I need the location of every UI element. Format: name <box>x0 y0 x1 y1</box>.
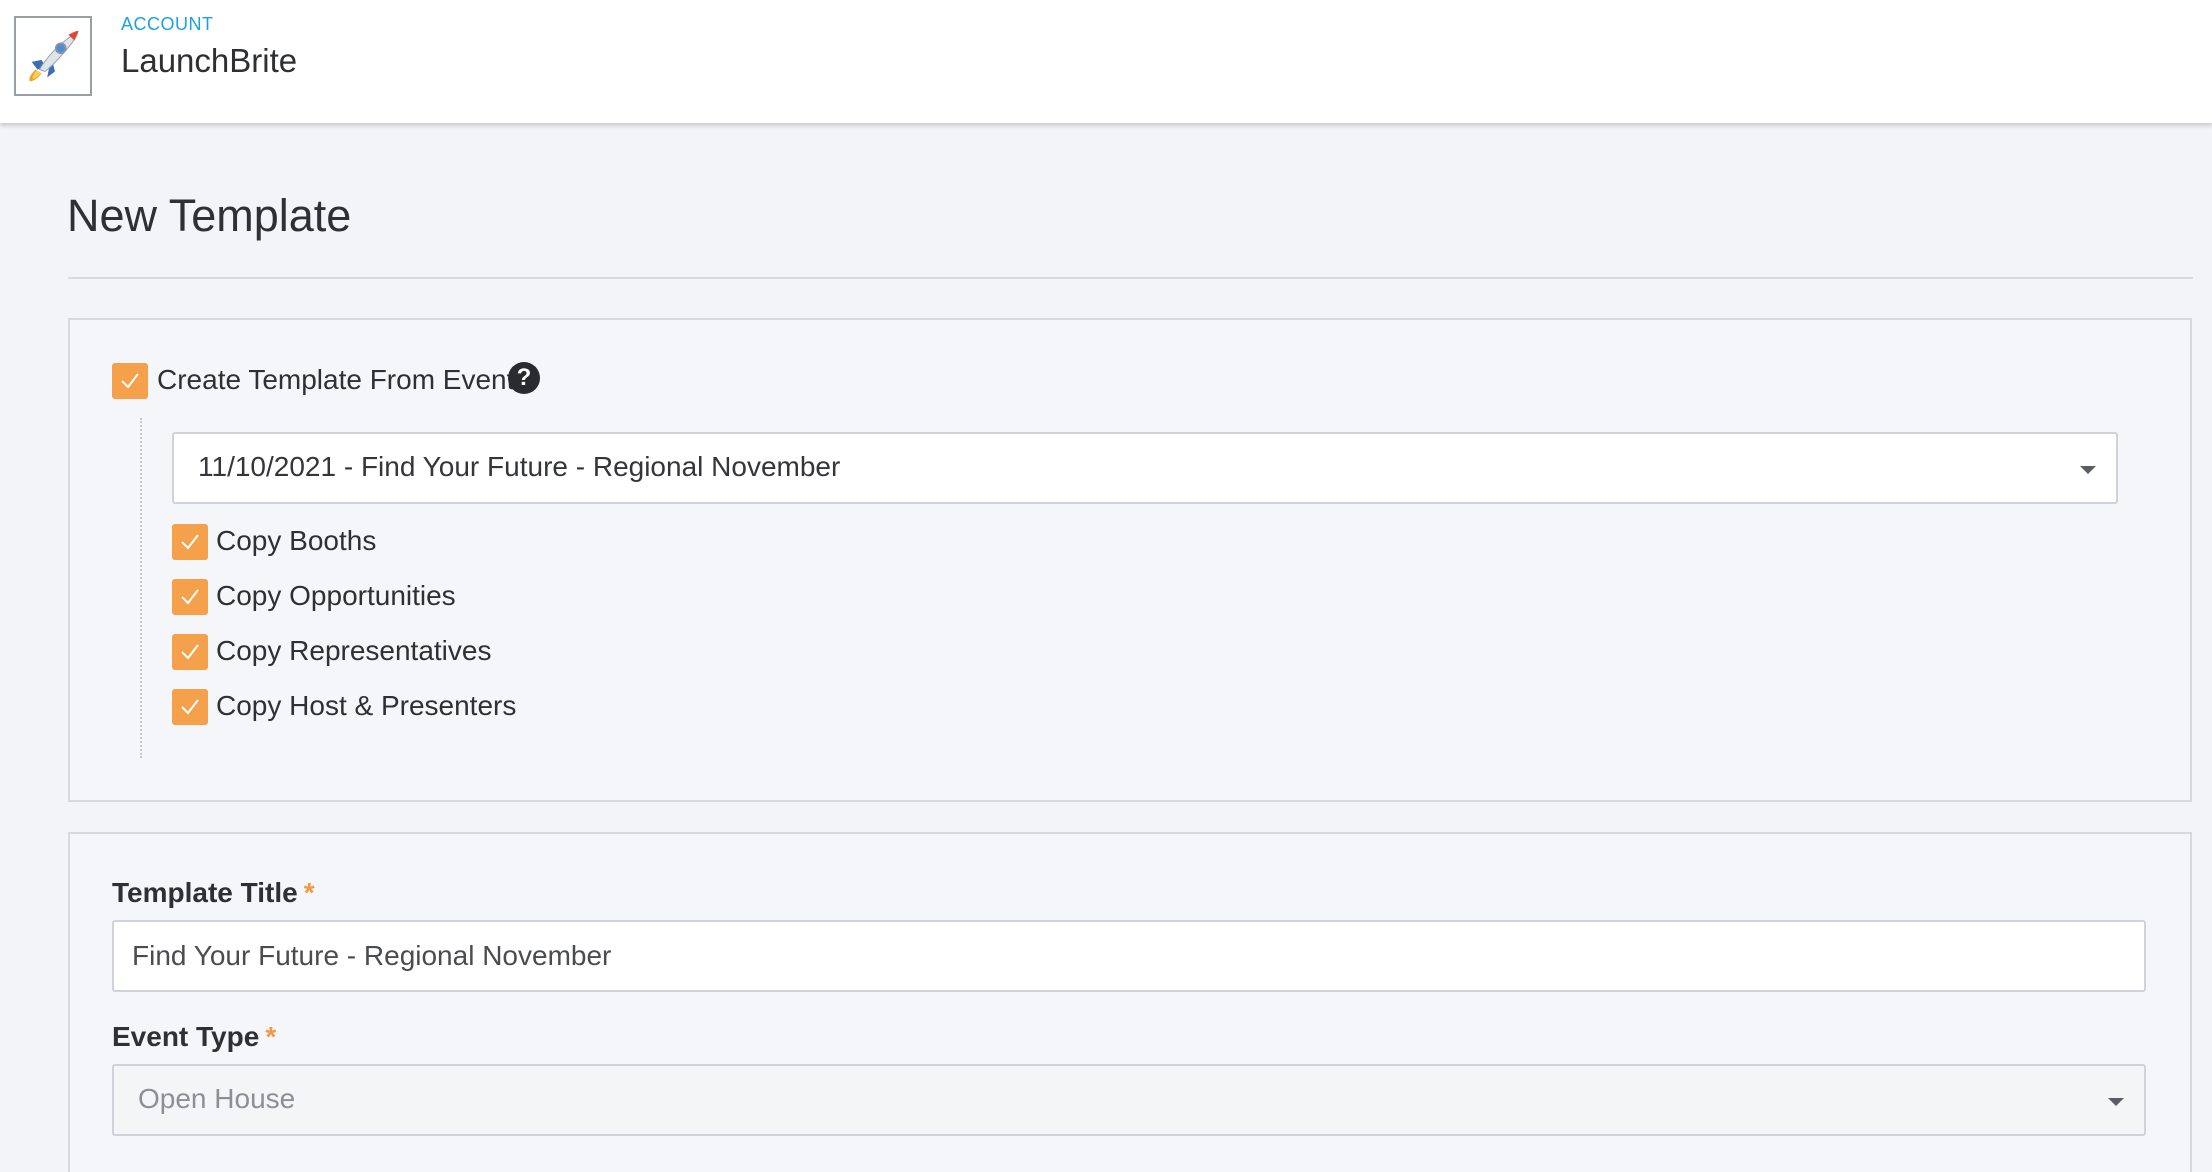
checkmark-icon <box>121 373 139 389</box>
event-type-select-value: Open House <box>138 1083 296 1114</box>
copy-representatives-label[interactable]: Copy Representatives <box>216 635 491 667</box>
question-circle-icon[interactable]: ? <box>508 362 540 394</box>
page-title: New Template <box>67 190 352 241</box>
rocket-icon <box>29 30 79 82</box>
create-from-event-label[interactable]: Create Template From Event <box>157 364 514 396</box>
required-marker: * <box>265 1021 277 1052</box>
copy-booths-label[interactable]: Copy Booths <box>216 525 376 557</box>
event-type-label-text: Event Type <box>112 1021 260 1052</box>
indent-guide <box>140 418 142 758</box>
create-from-event-checkbox[interactable] <box>112 363 148 399</box>
template-title-label: Template Title * <box>112 877 315 909</box>
event-type-select[interactable]: Open House <box>112 1064 2146 1136</box>
chevron-down-icon <box>2108 1098 2124 1106</box>
checkmark-icon <box>181 534 199 550</box>
checkmark-icon <box>181 644 199 660</box>
event-select-value: 11/10/2021 - Find Your Future - Regional… <box>198 451 841 482</box>
copy-host-presenters-checkbox[interactable] <box>172 689 208 725</box>
template-title-label-text: Template Title <box>112 877 298 908</box>
title-divider <box>68 277 2193 279</box>
chevron-down-icon <box>2080 466 2096 474</box>
event-type-label: Event Type * <box>112 1021 276 1053</box>
required-marker: * <box>303 877 315 908</box>
copy-booths-checkbox[interactable] <box>172 524 208 560</box>
account-logo[interactable] <box>14 16 92 96</box>
event-select[interactable]: 11/10/2021 - Find Your Future - Regional… <box>172 432 2118 504</box>
checkmark-icon <box>181 589 199 605</box>
account-name[interactable]: LaunchBrite <box>121 42 297 80</box>
copy-opportunities-checkbox[interactable] <box>172 579 208 615</box>
checkmark-icon <box>181 699 199 715</box>
template-title-input[interactable] <box>112 920 2146 992</box>
copy-representatives-checkbox[interactable] <box>172 634 208 670</box>
account-label: ACCOUNT <box>121 14 214 34</box>
copy-host-presenters-label[interactable]: Copy Host & Presenters <box>216 690 516 722</box>
top-header: ACCOUNT LaunchBrite <box>0 0 2212 123</box>
copy-opportunities-label[interactable]: Copy Opportunities <box>216 580 456 612</box>
